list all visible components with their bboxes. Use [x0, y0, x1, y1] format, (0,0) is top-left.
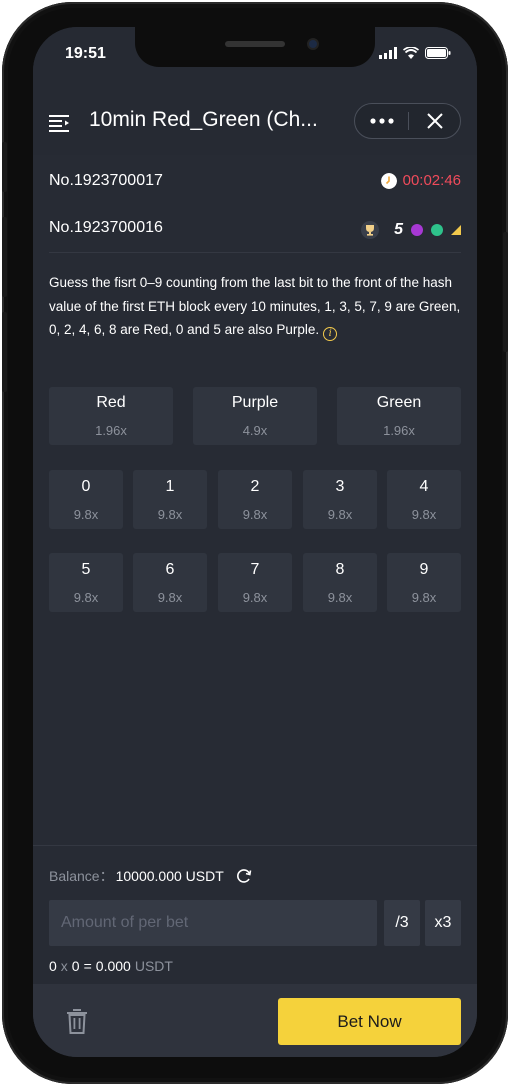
camera [307, 38, 319, 50]
balance-row: Balance： 10000.000 USDT [49, 866, 252, 886]
option-odds: 4.9x [242, 423, 268, 438]
bet-option-number-0[interactable]: 0 9.8x [49, 470, 123, 529]
bet-amount-input[interactable] [49, 900, 377, 946]
option-label: Green [376, 394, 422, 411]
app-screen: 19:51 10min Red_Green (Ch... No.19237000… [33, 27, 477, 1057]
calc-unit: USDT [134, 958, 173, 974]
bet-calculation: 0 x 0 = 0.000 USDT [49, 958, 173, 974]
option-odds: 9.8x [327, 590, 353, 605]
calc-amount: 0 [49, 958, 57, 974]
trophy-icon [361, 221, 380, 239]
speaker [225, 41, 285, 47]
bet-option-red[interactable]: Red 1.96x [49, 387, 173, 445]
result-color-dot-purple [411, 224, 423, 236]
option-label: Purple [231, 394, 279, 411]
calc-equals: = [83, 958, 92, 974]
balance-value: 10000.000 USDT [115, 868, 224, 884]
app-header: 10min Red_Green (Ch... [33, 95, 477, 155]
option-label: 3 [335, 478, 345, 495]
menu-icon[interactable] [48, 111, 72, 135]
option-label: 9 [419, 561, 429, 578]
option-label: 5 [81, 561, 91, 578]
page-title: 10min Red_Green (Ch... [89, 108, 318, 131]
bet-option-number-6[interactable]: 6 9.8x [133, 553, 207, 612]
option-label: 2 [250, 478, 260, 495]
option-label: Red [96, 394, 126, 411]
previous-result: 5 [360, 220, 461, 240]
status-time: 19:51 [65, 45, 106, 62]
mute-switch [2, 142, 7, 192]
volume-up-button [2, 217, 7, 297]
option-label: 6 [165, 561, 175, 578]
option-odds: 9.8x [157, 590, 183, 605]
option-odds: 9.8x [242, 590, 268, 605]
bet-panel: Balance： 10000.000 USDT /3 x3 0 x 0 = 0.… [33, 845, 477, 1057]
refresh-icon[interactable] [236, 868, 252, 884]
bet-option-number-4[interactable]: 4 9.8x [387, 470, 461, 529]
calc-count: 0 [71, 958, 80, 974]
more-icon [370, 118, 394, 124]
expand-corner-icon[interactable] [451, 225, 461, 235]
close-icon [427, 113, 443, 129]
bet-option-number-8[interactable]: 8 9.8x [303, 553, 377, 612]
option-label: 0 [81, 478, 91, 495]
status-icons [379, 47, 451, 59]
bet-option-number-9[interactable]: 9 9.8x [387, 553, 461, 612]
divide-by-three-button[interactable]: /3 [384, 900, 420, 946]
capsule-divider [408, 112, 409, 130]
clock-icon [380, 172, 397, 189]
option-odds: 9.8x [327, 507, 353, 522]
option-odds: 9.8x [411, 507, 437, 522]
option-label: 4 [419, 478, 429, 495]
bet-option-number-2[interactable]: 2 9.8x [218, 470, 292, 529]
result-number: 5 [394, 221, 403, 238]
option-odds: 9.8x [73, 507, 99, 522]
more-button[interactable] [367, 108, 397, 134]
option-odds: 9.8x [411, 590, 437, 605]
bet-option-purple[interactable]: Purple 4.9x [193, 387, 317, 445]
close-button[interactable] [421, 108, 449, 134]
status-bar: 19:51 [33, 27, 477, 95]
notch [135, 27, 375, 67]
option-label: 7 [250, 561, 260, 578]
wifi-icon [403, 47, 419, 59]
signal-icon [379, 47, 397, 59]
volume-down-button [2, 312, 7, 392]
option-odds: 1.96x [95, 423, 127, 438]
calc-total: 0.000 [95, 958, 131, 974]
power-button [503, 232, 508, 352]
battery-icon [425, 47, 451, 59]
current-issue-number: No.1923700017 [49, 172, 163, 189]
bet-option-number-1[interactable]: 1 9.8x [133, 470, 207, 529]
option-label: 8 [335, 561, 345, 578]
info-icon[interactable]: i [323, 327, 338, 341]
countdown-timer: 00:02:46 [402, 172, 461, 189]
previous-issue-row[interactable]: No.1923700016 5 [49, 207, 461, 253]
bet-option-number-3[interactable]: 3 9.8x [303, 470, 377, 529]
calc-times-sign: x [60, 958, 68, 974]
bet-now-button[interactable]: Bet Now [278, 998, 461, 1045]
previous-issue-number: No.1923700016 [49, 219, 163, 236]
balance-label: Balance： [49, 868, 114, 884]
mini-program-capsule [354, 103, 461, 139]
option-odds: 9.8x [73, 590, 99, 605]
bet-option-number-5[interactable]: 5 9.8x [49, 553, 123, 612]
bet-option-green[interactable]: Green 1.96x [337, 387, 461, 445]
countdown: 00:02:46 [380, 172, 461, 189]
result-color-dot-green [431, 224, 443, 236]
rules-text: Guess the fisrt 0–9 counting from the la… [49, 275, 461, 337]
footer-bar: Bet Now [33, 984, 477, 1057]
option-label: 1 [165, 478, 175, 495]
option-odds: 9.8x [242, 507, 268, 522]
option-odds: 9.8x [157, 507, 183, 522]
multiply-by-three-button[interactable]: x3 [425, 900, 461, 946]
option-odds: 1.96x [383, 423, 415, 438]
rules-description: Guess the fisrt 0–9 counting from the la… [49, 271, 463, 342]
trash-icon[interactable] [65, 1008, 89, 1034]
current-issue-row: No.1923700017 00:02:46 [49, 160, 461, 206]
bet-option-number-7[interactable]: 7 9.8x [218, 553, 292, 612]
